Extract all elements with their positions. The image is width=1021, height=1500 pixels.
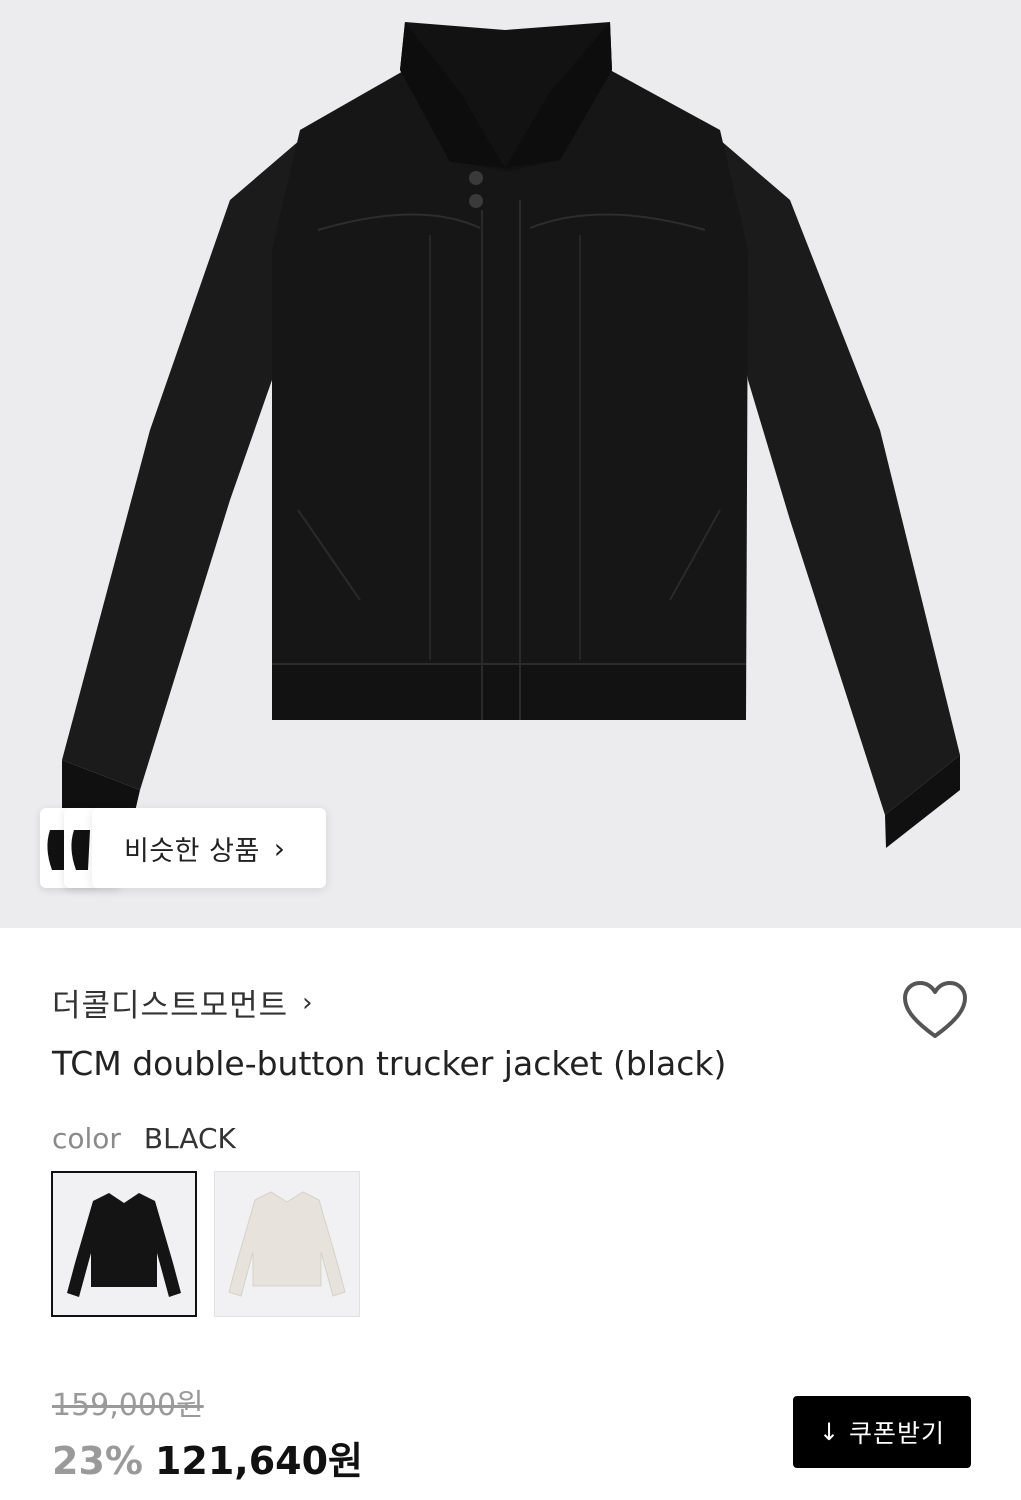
product-image[interactable]: 비슷한 상품 ›: [0, 0, 1021, 928]
color-option-label: color BLACK: [52, 1122, 236, 1155]
brand-link[interactable]: 더콜디스트모먼트 ›: [52, 980, 313, 1025]
color-value: BLACK: [143, 1122, 236, 1155]
color-key: color: [52, 1122, 121, 1155]
color-swatch-black[interactable]: [51, 1171, 197, 1317]
download-icon: ↓: [818, 1418, 840, 1446]
chevron-right-icon: ›: [273, 831, 285, 865]
original-price: 159,000원: [52, 1388, 204, 1423]
jacket-illustration: [62, 22, 960, 848]
chevron-right-icon: ›: [302, 987, 313, 1018]
discount-rate: 23%: [52, 1439, 143, 1483]
similar-products-label: 비슷한 상품: [124, 835, 260, 867]
brand-name: 더콜디스트모먼트: [52, 988, 289, 1024]
price-row: 23% 121,640원: [52, 1430, 363, 1485]
final-price: 121,640원: [154, 1439, 364, 1483]
product-title: TCM double-button trucker jacket (black): [52, 1044, 727, 1083]
coupon-button[interactable]: ↓ 쿠폰받기: [793, 1396, 971, 1468]
similar-products-button[interactable]: 비슷한 상품 ›: [92, 808, 326, 888]
coupon-label: 쿠폰받기: [849, 1419, 946, 1448]
color-swatch-ivory[interactable]: [214, 1171, 360, 1317]
wishlist-heart-icon[interactable]: [902, 980, 968, 1040]
